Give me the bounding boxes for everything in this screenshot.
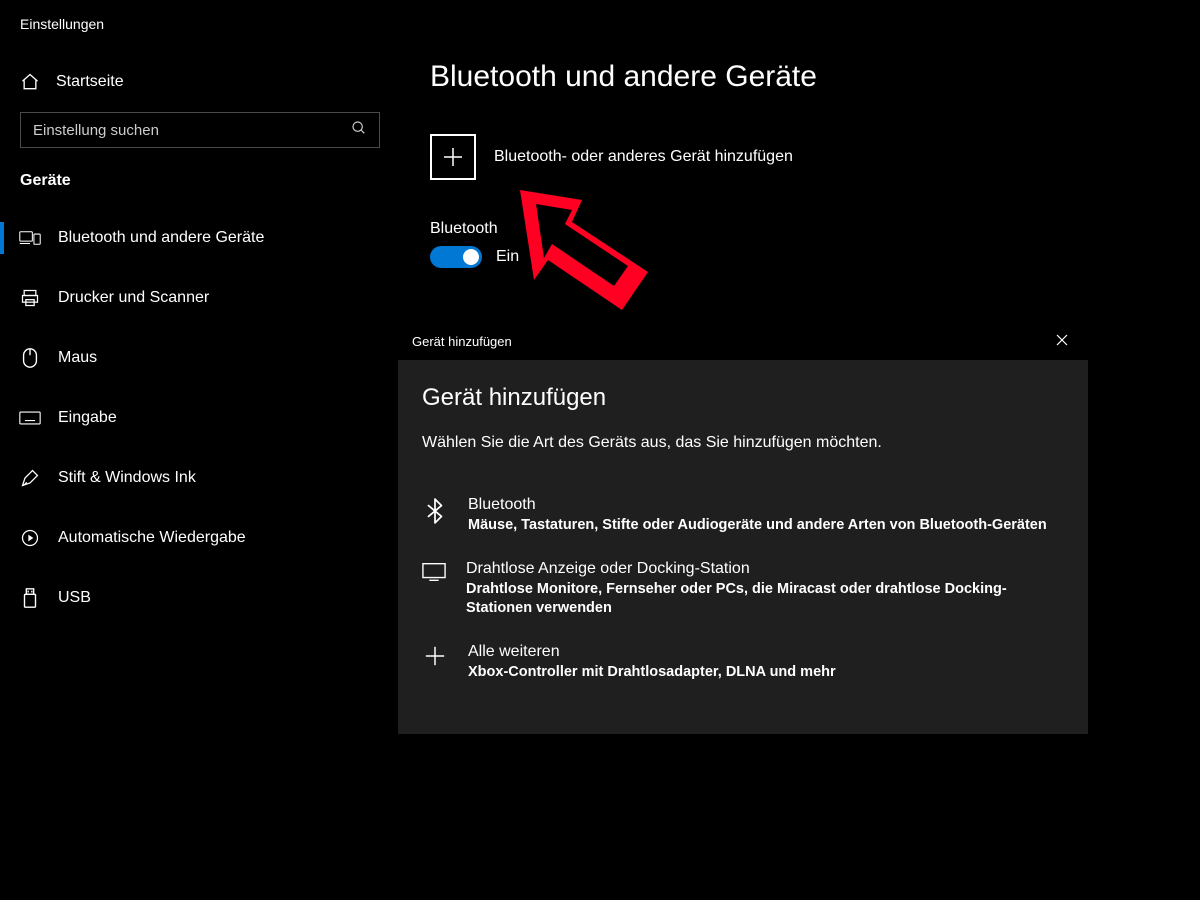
sidebar-home[interactable]: Startseite: [0, 72, 400, 112]
add-device-dialog: Gerät hinzufügen Gerät hinzufügen Wählen…: [398, 322, 1088, 734]
sidebar-item-usb[interactable]: USB: [0, 568, 400, 628]
mouse-icon: [20, 347, 40, 369]
search-icon: [351, 120, 367, 141]
sidebar-section-header: Geräte: [0, 172, 400, 208]
usb-icon: [20, 587, 40, 609]
dialog-heading: Gerät hinzufügen: [422, 384, 1064, 412]
bluetooth-toggle-state: Ein: [496, 248, 519, 266]
dialog-option-desc: Drahtlose Monitore, Fernseher oder PCs, …: [466, 580, 1064, 619]
dialog-option-wireless-display[interactable]: Drahtlose Anzeige oder Docking-Station D…: [422, 548, 1064, 631]
pen-icon: [20, 468, 40, 488]
sidebar-item-label: Drucker und Scanner: [58, 289, 209, 307]
sidebar-item-printers[interactable]: Drucker und Scanner: [0, 268, 400, 328]
sidebar-item-label: Eingabe: [58, 409, 117, 427]
devices-icon: [20, 229, 40, 247]
sidebar-item-label: Bluetooth und andere Geräte: [58, 229, 264, 247]
bluetooth-toggle-row: Ein: [430, 246, 1180, 268]
window-title: Einstellungen: [0, 16, 400, 72]
search-box[interactable]: [20, 112, 380, 148]
autoplay-icon: [20, 528, 40, 548]
close-icon: [1056, 334, 1068, 346]
sidebar-item-mouse[interactable]: Maus: [0, 328, 400, 388]
plus-icon: [422, 643, 448, 667]
sidebar: Einstellungen Startseite Geräte Bluetoot…: [0, 0, 400, 900]
sidebar-item-bluetooth[interactable]: Bluetooth und andere Geräte: [0, 208, 400, 268]
sidebar-item-typing[interactable]: Eingabe: [0, 388, 400, 448]
add-device-button[interactable]: Bluetooth- oder anderes Gerät hinzufügen: [430, 134, 1180, 180]
dialog-close-button[interactable]: [1050, 334, 1074, 349]
add-device-label: Bluetooth- oder anderes Gerät hinzufügen: [494, 148, 793, 166]
printer-icon: [20, 288, 40, 308]
sidebar-item-label: Stift & Windows Ink: [58, 469, 196, 487]
dialog-titlebar-text: Gerät hinzufügen: [412, 334, 512, 349]
dialog-option-title: Drahtlose Anzeige oder Docking-Station: [466, 560, 1064, 578]
dialog-option-bluetooth[interactable]: Bluetooth Mäuse, Tastaturen, Stifte oder…: [422, 484, 1064, 548]
page-title: Bluetooth und andere Geräte: [430, 60, 1180, 94]
bluetooth-icon: [422, 496, 448, 524]
search-input[interactable]: [33, 122, 351, 139]
display-icon: [422, 560, 446, 582]
bluetooth-toggle[interactable]: [430, 246, 482, 268]
dialog-option-title: Bluetooth: [468, 496, 1047, 514]
dialog-option-desc: Mäuse, Tastaturen, Stifte oder Audiogerä…: [468, 516, 1047, 536]
sidebar-item-label: USB: [58, 589, 91, 607]
keyboard-icon: [20, 410, 40, 426]
dialog-option-desc: Xbox-Controller mit Drahtlosadapter, DLN…: [468, 663, 836, 683]
sidebar-home-label: Startseite: [56, 73, 124, 91]
bluetooth-toggle-label: Bluetooth: [430, 220, 1180, 238]
home-icon: [20, 72, 40, 92]
sidebar-item-label: Automatische Wiedergabe: [58, 529, 246, 547]
dialog-option-everything-else[interactable]: Alle weiteren Xbox-Controller mit Drahtl…: [422, 631, 1064, 695]
dialog-subtext: Wählen Sie die Art des Geräts aus, das S…: [422, 434, 1064, 452]
sidebar-item-pen[interactable]: Stift & Windows Ink: [0, 448, 400, 508]
dialog-option-title: Alle weiteren: [468, 643, 836, 661]
plus-icon: [430, 134, 476, 180]
sidebar-item-autoplay[interactable]: Automatische Wiedergabe: [0, 508, 400, 568]
dialog-titlebar: Gerät hinzufügen: [398, 322, 1088, 360]
sidebar-item-label: Maus: [58, 349, 97, 367]
